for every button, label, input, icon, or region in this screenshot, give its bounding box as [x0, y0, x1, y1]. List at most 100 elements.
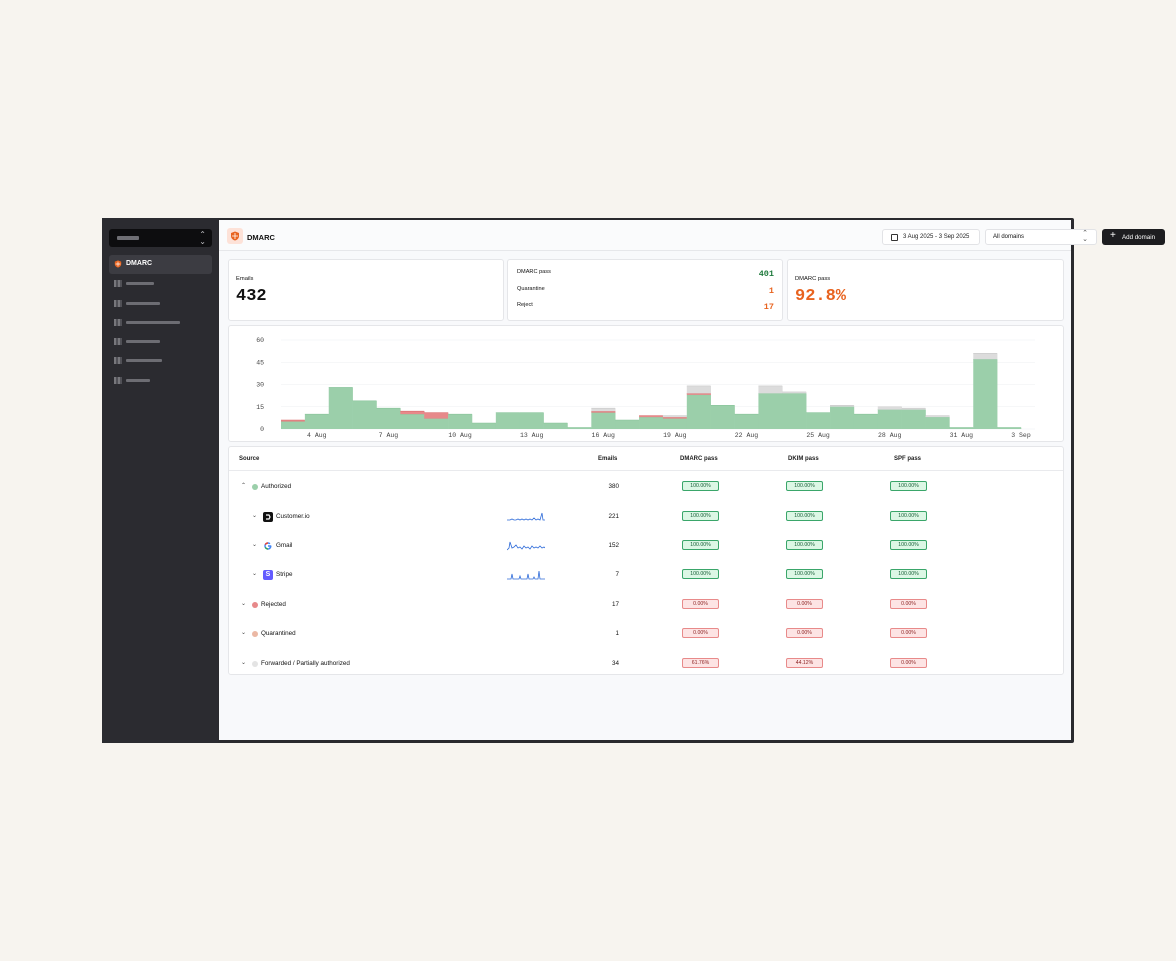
- bar-authorized[interactable]: [925, 417, 950, 429]
- add-domain-button[interactable]: + Add domain: [1102, 229, 1165, 245]
- col-dmarc-pass[interactable]: DMARC pass: [680, 456, 718, 462]
- bar-authorized[interactable]: [471, 423, 497, 429]
- spf-badge: 0.00%: [890, 628, 927, 638]
- chevron-up-icon[interactable]: ⌃: [241, 483, 247, 489]
- main-content: DMARC 3 Aug 2025 - 3 Sep 2025 All domain…: [219, 220, 1165, 740]
- redacted-label: [126, 282, 154, 286]
- bar-authorized[interactable]: [758, 393, 783, 429]
- bar-forwarded[interactable]: [973, 353, 998, 360]
- chevron-down-icon[interactable]: ⌄: [241, 601, 247, 607]
- col-source[interactable]: Source: [239, 456, 259, 462]
- chevron-down-icon[interactable]: ⌄: [252, 542, 258, 548]
- bar-rejected[interactable]: [400, 411, 425, 415]
- forwarded-dot: [252, 661, 258, 667]
- sidebar-item-redacted-4[interactable]: [109, 332, 212, 351]
- bar-authorized[interactable]: [495, 412, 521, 429]
- bar-authorized[interactable]: [710, 405, 735, 429]
- app-window: ⌃ ⌄ DMARC DMARC 3 Aug 2025 - 3 Sep 2025 …: [102, 218, 1165, 743]
- bar-authorized[interactable]: [376, 408, 401, 429]
- x-tick-label: 25 Aug: [806, 432, 830, 439]
- table-row-rejected[interactable]: ⌄ Rejected 17 0.00% 0.00% 0.00%: [229, 591, 1063, 620]
- bar-authorized[interactable]: [424, 418, 449, 429]
- row-emails: 34: [611, 660, 619, 667]
- bar-rejected[interactable]: [424, 412, 449, 419]
- sources-table: Source Emails DMARC pass DKIM pass SPF p…: [228, 446, 1064, 675]
- spf-badge: 0.00%: [890, 599, 927, 609]
- date-range-label: 3 Aug 2025 - 3 Sep 2025: [903, 234, 970, 240]
- x-tick-label: 7 Aug: [379, 432, 399, 439]
- add-domain-label: Add domain: [1122, 234, 1156, 241]
- table-row-gmail[interactable]: ⌄ Gmail 152 100.00% 100.00% 100.00%: [229, 532, 1063, 561]
- y-tick-label: 60: [256, 337, 264, 344]
- chevron-down-icon[interactable]: ⌄: [241, 660, 247, 666]
- dmarc-pass-value: 401: [758, 269, 774, 279]
- emails-value: 432: [236, 287, 267, 306]
- chevron-down-icon[interactable]: ⌄: [241, 630, 247, 636]
- table-row-authorized[interactable]: ⌃ Authorized 380 100.00% 100.00% 100.00%: [229, 473, 1063, 502]
- domain-select[interactable]: All domains ⌃ ⌄: [985, 229, 1099, 245]
- x-tick-label: 4 Aug: [307, 432, 327, 439]
- sidebar-item-redacted-2[interactable]: [109, 294, 212, 313]
- table-row-customerio[interactable]: ⌄ Customer.io 221 100.00% 100.00% 100.00…: [229, 503, 1063, 532]
- bar-authorized[interactable]: [901, 409, 926, 429]
- bar-authorized[interactable]: [806, 412, 831, 429]
- table-header: Source Emails DMARC pass DKIM pass SPF p…: [229, 447, 1063, 471]
- dmarc-badge: 61.76%: [682, 658, 719, 668]
- dmarc-badge: 100.00%: [682, 569, 719, 579]
- workspace-select[interactable]: ⌃ ⌄: [109, 229, 212, 247]
- row-name: Rejected: [261, 601, 286, 608]
- spf-badge: 0.00%: [890, 658, 927, 668]
- col-spf-pass[interactable]: SPF pass: [894, 456, 921, 462]
- emails-card: Emails 432: [228, 259, 504, 321]
- emails-bar-chart: 0 15 30 45 60 4 Aug 7 Aug 10 Aug 13 Aug 16 Aug 19 …: [256, 337, 1035, 439]
- bar-authorized[interactable]: [591, 412, 616, 429]
- bar-authorized[interactable]: [304, 414, 330, 429]
- page-title: DMARC: [247, 233, 275, 242]
- bar-forwarded[interactable]: [758, 385, 783, 394]
- bar-authorized[interactable]: [639, 417, 664, 429]
- y-tick-label: 30: [256, 382, 264, 389]
- sidebar-item-dmarc[interactable]: DMARC: [109, 255, 212, 275]
- bar-authorized[interactable]: [662, 418, 688, 429]
- bar-authorized[interactable]: [686, 394, 711, 429]
- chevron-up-down-icon: ⌃ ⌄: [199, 230, 206, 246]
- bar-authorized[interactable]: [519, 412, 544, 429]
- bar-forwarded[interactable]: [877, 406, 902, 410]
- sidebar-item-redacted-5[interactable]: [109, 351, 212, 370]
- bar-authorized[interactable]: [853, 414, 879, 429]
- quarantine-label: Quarantine: [517, 286, 545, 292]
- col-dkim-pass[interactable]: DKIM pass: [788, 456, 819, 462]
- sidebar-item-redacted-1[interactable]: [109, 274, 212, 293]
- table-row-forwarded[interactable]: ⌄ Forwarded / Partially authorized 34 61…: [229, 650, 1063, 674]
- bar-forwarded[interactable]: [591, 408, 616, 412]
- dkim-badge: 0.00%: [786, 628, 823, 638]
- bar-authorized[interactable]: [782, 393, 807, 429]
- sidebar-item-label: DMARC: [126, 260, 153, 267]
- date-range-picker[interactable]: 3 Aug 2025 - 3 Sep 2025: [882, 229, 980, 245]
- bar-forwarded[interactable]: [686, 385, 711, 394]
- sidebar-item-redacted-3[interactable]: [109, 313, 212, 332]
- bar-authorized[interactable]: [400, 414, 425, 429]
- redacted-label: [126, 320, 180, 324]
- reject-value: 17: [763, 302, 774, 312]
- row-name: Gmail: [276, 542, 293, 549]
- stripe-icon: S: [263, 570, 273, 580]
- bar-authorized[interactable]: [830, 406, 855, 429]
- domain-select-value: All domains: [993, 234, 1025, 240]
- bar-authorized[interactable]: [877, 409, 902, 429]
- bar-authorized[interactable]: [328, 387, 353, 429]
- bar-authorized[interactable]: [615, 420, 640, 429]
- bar-authorized[interactable]: [973, 359, 998, 429]
- bar-authorized[interactable]: [734, 414, 759, 429]
- bar-authorized[interactable]: [543, 423, 568, 429]
- chevron-down-icon[interactable]: ⌄: [252, 571, 258, 577]
- table-row-quarantined[interactable]: ⌄ Quarantined 1 0.00% 0.00% 0.00%: [229, 620, 1063, 649]
- sidebar-item-redacted-6[interactable]: [109, 371, 212, 390]
- col-emails[interactable]: Emails: [598, 456, 617, 462]
- x-tick-label: 19 Aug: [663, 432, 687, 439]
- bar-authorized[interactable]: [281, 421, 306, 429]
- table-row-stripe[interactable]: ⌄ S Stripe 7 100.00% 100.00% 100.00%: [229, 561, 1063, 590]
- bar-authorized[interactable]: [448, 414, 473, 429]
- bar-authorized[interactable]: [352, 400, 377, 429]
- chevron-down-icon[interactable]: ⌄: [252, 513, 258, 519]
